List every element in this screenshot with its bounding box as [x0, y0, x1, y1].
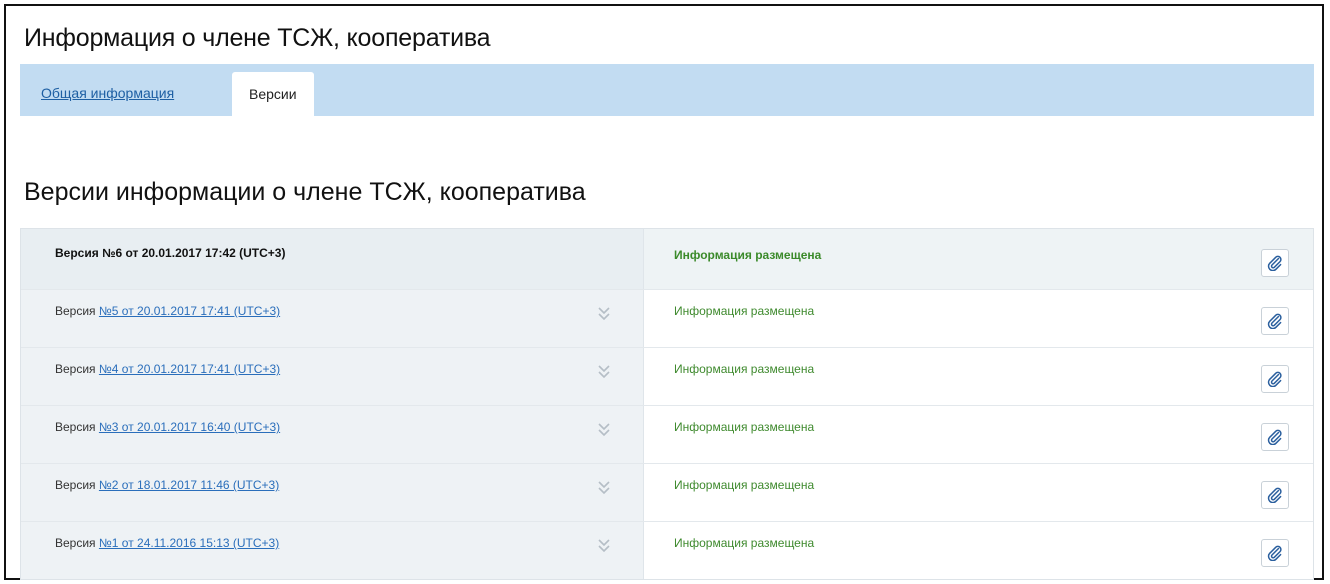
status-text: Информация размещена — [674, 304, 815, 318]
version-row-2: Версия №2 от 18.01.2017 11:46 (UTC+3) Ин… — [21, 463, 1313, 521]
paperclip-icon — [1267, 545, 1282, 561]
version-link[interactable]: №1 от 24.11.2016 15:13 (UTC+3) — [99, 536, 279, 550]
paperclip-icon — [1267, 371, 1282, 387]
version-row-1: Версия №1 от 24.11.2016 15:13 (UTC+3) Ин… — [21, 521, 1313, 579]
status-text: Информация размещена — [674, 248, 822, 262]
status-text: Информация размещена — [674, 478, 815, 492]
chevron-double-down-icon[interactable] — [597, 304, 611, 322]
version-label: Версия №1 от 24.11.2016 15:13 (UTC+3) — [55, 536, 280, 550]
version-link[interactable]: №4 от 20.01.2017 17:41 (UTC+3) — [99, 362, 280, 376]
version-row-4: Версия №4 от 20.01.2017 17:41 (UTC+3) Ин… — [21, 347, 1313, 405]
status-cell: Информация размещена — [644, 348, 1313, 405]
attachments-button[interactable] — [1261, 481, 1289, 509]
tab-bar: Общая информация Версии — [20, 64, 1314, 122]
paperclip-icon — [1267, 487, 1282, 503]
version-cell: Версия №2 от 18.01.2017 11:46 (UTC+3) — [21, 464, 644, 521]
status-cell: Информация размещена — [644, 522, 1313, 579]
version-link[interactable]: №2 от 18.01.2017 11:46 (UTC+3) — [99, 478, 279, 492]
chevron-double-down-icon[interactable] — [597, 536, 611, 554]
chevron-double-down-icon[interactable] — [597, 362, 611, 380]
version-label: Версия №4 от 20.01.2017 17:41 (UTC+3) — [55, 362, 281, 376]
version-label: Версия №6 от 20.01.2017 17:42 (UTC+3) — [55, 246, 286, 260]
page-frame: Информация о члене ТСЖ, кооператива Обща… — [4, 4, 1324, 580]
attachments-button[interactable] — [1261, 365, 1289, 393]
version-link[interactable]: №5 от 20.01.2017 17:41 (UTC+3) — [99, 304, 280, 318]
page-title: Информация о члене ТСЖ, кооператива — [24, 24, 491, 52]
attachments-button[interactable] — [1261, 423, 1289, 451]
paperclip-icon — [1267, 255, 1282, 271]
version-cell: Версия №1 от 24.11.2016 15:13 (UTC+3) — [21, 522, 644, 579]
version-label: Версия №5 от 20.01.2017 17:41 (UTC+3) — [55, 304, 281, 318]
version-row-6: Версия №6 от 20.01.2017 17:42 (UTC+3) Ин… — [21, 229, 1313, 289]
versions-list: Версия №6 от 20.01.2017 17:42 (UTC+3) Ин… — [20, 228, 1314, 580]
status-cell: Информация размещена — [644, 229, 1313, 289]
version-link[interactable]: №3 от 20.01.2017 16:40 (UTC+3) — [99, 420, 280, 434]
status-text: Информация размещена — [674, 362, 815, 376]
attachments-button[interactable] — [1261, 249, 1289, 277]
tab-versions[interactable]: Версии — [232, 72, 314, 122]
attachments-button[interactable] — [1261, 307, 1289, 335]
chevron-double-down-icon[interactable] — [597, 478, 611, 496]
section-title: Версии информации о члене ТСЖ, кооперати… — [24, 178, 586, 206]
version-cell: Версия №4 от 20.01.2017 17:41 (UTC+3) — [21, 348, 644, 405]
status-cell: Информация размещена — [644, 406, 1313, 463]
status-cell: Информация размещена — [644, 290, 1313, 347]
paperclip-icon — [1267, 429, 1282, 445]
version-cell: Версия №5 от 20.01.2017 17:41 (UTC+3) — [21, 290, 644, 347]
chevron-double-down-icon[interactable] — [597, 420, 611, 438]
tab-general-info[interactable]: Общая информация — [41, 64, 174, 116]
status-text: Информация размещена — [674, 536, 815, 550]
version-row-3: Версия №3 от 20.01.2017 16:40 (UTC+3) Ин… — [21, 405, 1313, 463]
version-row-5: Версия №5 от 20.01.2017 17:41 (UTC+3) Ин… — [21, 289, 1313, 347]
status-cell: Информация размещена — [644, 464, 1313, 521]
version-cell: Версия №6 от 20.01.2017 17:42 (UTC+3) — [21, 229, 644, 289]
version-label: Версия №3 от 20.01.2017 16:40 (UTC+3) — [55, 420, 281, 434]
version-label: Версия №2 от 18.01.2017 11:46 (UTC+3) — [55, 478, 280, 492]
status-text: Информация размещена — [674, 420, 815, 434]
paperclip-icon — [1267, 313, 1282, 329]
version-cell: Версия №3 от 20.01.2017 16:40 (UTC+3) — [21, 406, 644, 463]
attachments-button[interactable] — [1261, 539, 1289, 567]
